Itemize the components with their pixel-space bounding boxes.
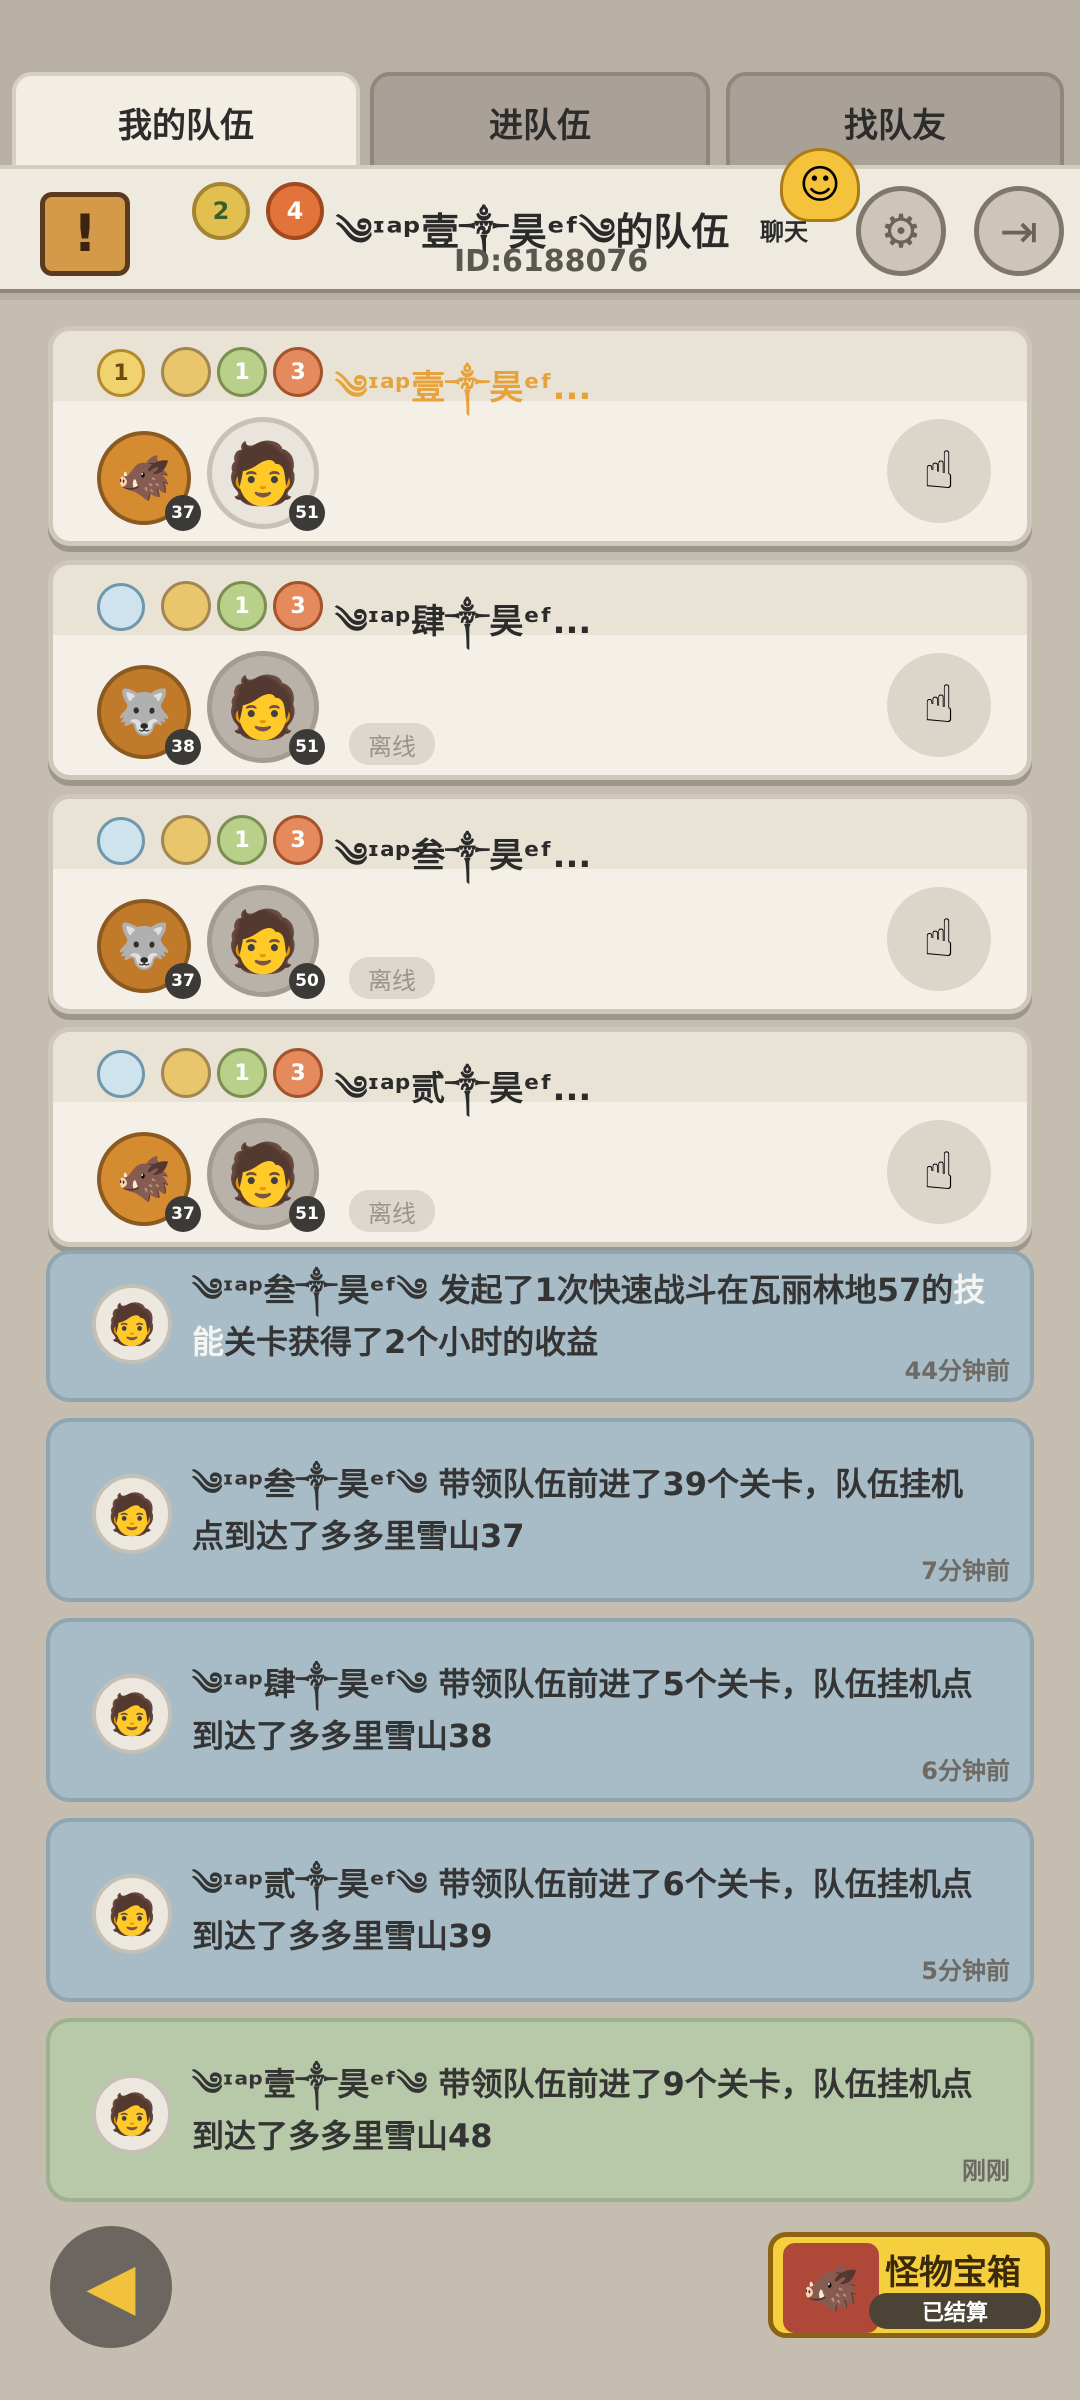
skill-badge-icon: 3	[273, 1048, 323, 1098]
hero-avatar: 🧑	[92, 1284, 172, 1364]
log-entry: 🧑 ༄ᶦᵃᵖ肆༒昊ᵉᶠ༄ 带领队伍前进了5个关卡，队伍挂机点到达了多多里雪山38…	[46, 1618, 1034, 1802]
rank-number: 1	[113, 360, 129, 386]
back-arrow-icon[interactable]: ◀	[50, 2226, 172, 2348]
rank-shield-icon	[97, 817, 145, 865]
team-badge-icon: 4	[266, 182, 324, 240]
pointing-hand-icon[interactable]: ☝	[887, 419, 991, 523]
skill-badge-icon: 3	[273, 815, 323, 865]
skill-badge-icon: 1	[217, 1048, 267, 1098]
tab-find-teammate[interactable]: 找队友	[726, 72, 1064, 172]
member-card[interactable]: 1 3 ༄ᶦᵃᵖ叁༒昊ᵉᶠ... 🐺 37 🧑 50 离线 ☝	[48, 794, 1032, 1014]
chest-status: 已结算	[869, 2293, 1041, 2329]
boar-icon: 🐗	[783, 2243, 879, 2333]
skill-badge-icon: 3	[273, 347, 323, 397]
offline-badge: 离线	[349, 1190, 435, 1232]
gear-icon[interactable]: ⚙	[856, 186, 946, 276]
pet-level: 37	[165, 963, 201, 999]
rank-shield-icon: 1	[97, 349, 145, 397]
scroll-icon[interactable]: !	[40, 192, 130, 276]
log-text: ༄ᶦᵃᵖ叁༒昊ᵉᶠ༄ 发起了1次快速战斗在瓦丽林地57的	[192, 1271, 954, 1309]
member-name: ༄ᶦᵃᵖ贰༒昊ᵉᶠ...	[335, 1069, 592, 1109]
hero-level: 50	[289, 963, 325, 999]
log-time: 6分钟前	[921, 1757, 1010, 1785]
monster-chest-button[interactable]: 🐗 怪物宝箱 已结算	[768, 2232, 1050, 2338]
member-card[interactable]: 1 3 ༄ᶦᵃᵖ贰༒昊ᵉᶠ... 🐗 37 🧑 51 离线 ☝	[48, 1027, 1032, 1247]
log-time: 44分钟前	[904, 1357, 1010, 1385]
pointing-hand-icon[interactable]: ☝	[887, 1120, 991, 1224]
badge-count: 4	[286, 197, 304, 225]
team-badge-icon: 2	[192, 182, 250, 240]
member-card[interactable]: 1 3 ༄ᶦᵃᵖ肆༒昊ᵉᶠ... 🐺 38 🧑 51 离线 ☝	[48, 560, 1032, 780]
tab-join-team[interactable]: 进队伍	[370, 72, 710, 172]
skill-badge-icon: 1	[217, 815, 267, 865]
exit-icon[interactable]: ⇥	[974, 186, 1064, 276]
tab-label: 找队友	[844, 105, 946, 146]
pointing-hand-icon[interactable]: ☝	[887, 887, 991, 991]
log-entry: 🧑 ༄ᶦᵃᵖ叁༒昊ᵉᶠ༄ 带领队伍前进了39个关卡，队伍挂机点到达了多多里雪山3…	[46, 1418, 1034, 1602]
skill-badge-icon	[161, 347, 211, 397]
chat-bubble-icon[interactable]: ☺	[780, 148, 860, 222]
rank-shield-icon	[97, 583, 145, 631]
member-name: ༄ᶦᵃᵖ肆༒昊ᵉᶠ...	[335, 602, 592, 642]
pointing-hand-icon[interactable]: ☝	[887, 653, 991, 757]
member-name: ༄ᶦᵃᵖ壹༒昊ᵉᶠ...	[335, 368, 592, 408]
badge-count: 2	[212, 197, 230, 225]
hero-level: 51	[289, 729, 325, 765]
offline-badge: 离线	[349, 957, 435, 999]
skill-badge-count: 3	[290, 827, 306, 853]
log-entry: 🧑 ༄ᶦᵃᵖ壹༒昊ᵉᶠ༄ 带领队伍前进了9个关卡，队伍挂机点到达了多多里雪山48…	[46, 2018, 1034, 2202]
log-text: 关卡获得了2个小时的收益	[224, 1323, 599, 1361]
pet-level: 37	[165, 495, 201, 531]
skill-badge-count: 1	[234, 593, 250, 619]
log-entry: 🧑 ༄ᶦᵃᵖ贰༒昊ᵉᶠ༄ 带领队伍前进了6个关卡，队伍挂机点到达了多多里雪山39…	[46, 1818, 1034, 2002]
skill-badge-count: 3	[290, 593, 306, 619]
hero-avatar: 🧑	[92, 1474, 172, 1554]
log-message: ༄ᶦᵃᵖ贰༒昊ᵉᶠ༄ 带领队伍前进了6个关卡，队伍挂机点到达了多多里雪山39	[192, 1865, 973, 1955]
hero-avatar: 🧑	[92, 1674, 172, 1754]
hero-level: 51	[289, 495, 325, 531]
log-time: 7分钟前	[921, 1557, 1010, 1585]
skill-badge-icon	[161, 815, 211, 865]
log-time: 刚刚	[962, 2157, 1010, 2185]
hero-avatar: 🧑	[92, 2074, 172, 2154]
skill-badge-icon	[161, 581, 211, 631]
skill-badge-icon	[161, 1048, 211, 1098]
pet-level: 37	[165, 1196, 201, 1232]
skill-badge-icon: 3	[273, 581, 323, 631]
tab-label: 进队伍	[489, 105, 591, 146]
skill-badge-count: 3	[290, 1060, 306, 1086]
skill-badge-icon: 1	[217, 581, 267, 631]
skill-badge-icon: 1	[217, 347, 267, 397]
member-name: ༄ᶦᵃᵖ叁༒昊ᵉᶠ...	[335, 836, 592, 876]
tab-my-team[interactable]: 我的队伍	[12, 72, 360, 172]
log-message: ༄ᶦᵃᵖ叁༒昊ᵉᶠ༄ 发起了1次快速战斗在瓦丽林地57的技能关卡获得了2个小时的…	[192, 1264, 992, 1368]
chat-label[interactable]: 聊天	[760, 212, 808, 247]
rank-shield-icon	[97, 1050, 145, 1098]
chest-title: 怪物宝箱	[885, 2253, 1021, 2293]
skill-badge-count: 1	[234, 1060, 250, 1086]
member-card[interactable]: 1 1 3 ༄ᶦᵃᵖ壹༒昊ᵉᶠ... 🐗 37 🧑 51 ☝	[48, 326, 1032, 546]
skill-badge-count: 1	[234, 827, 250, 853]
skill-badge-count: 3	[290, 359, 306, 385]
log-entry: 🧑 ༄ᶦᵃᵖ叁༒昊ᵉᶠ༄ 发起了1次快速战斗在瓦丽林地57的技能关卡获得了2个小…	[46, 1250, 1034, 1402]
hero-avatar: 🧑	[92, 1874, 172, 1954]
skill-badge-count: 1	[234, 359, 250, 385]
pet-level: 38	[165, 729, 201, 765]
tab-label: 我的队伍	[118, 105, 254, 146]
hero-level: 51	[289, 1196, 325, 1232]
log-message: ༄ᶦᵃᵖ叁༒昊ᵉᶠ༄ 带领队伍前进了39个关卡，队伍挂机点到达了多多里雪山37	[192, 1465, 963, 1555]
log-message: ༄ᶦᵃᵖ肆༒昊ᵉᶠ༄ 带领队伍前进了5个关卡，队伍挂机点到达了多多里雪山38	[192, 1665, 973, 1755]
log-message: ༄ᶦᵃᵖ壹༒昊ᵉᶠ༄ 带领队伍前进了9个关卡，队伍挂机点到达了多多里雪山48	[192, 2065, 973, 2155]
offline-badge: 离线	[349, 723, 435, 765]
log-time: 5分钟前	[921, 1957, 1010, 1985]
team-id: ID:6188076	[454, 244, 649, 279]
